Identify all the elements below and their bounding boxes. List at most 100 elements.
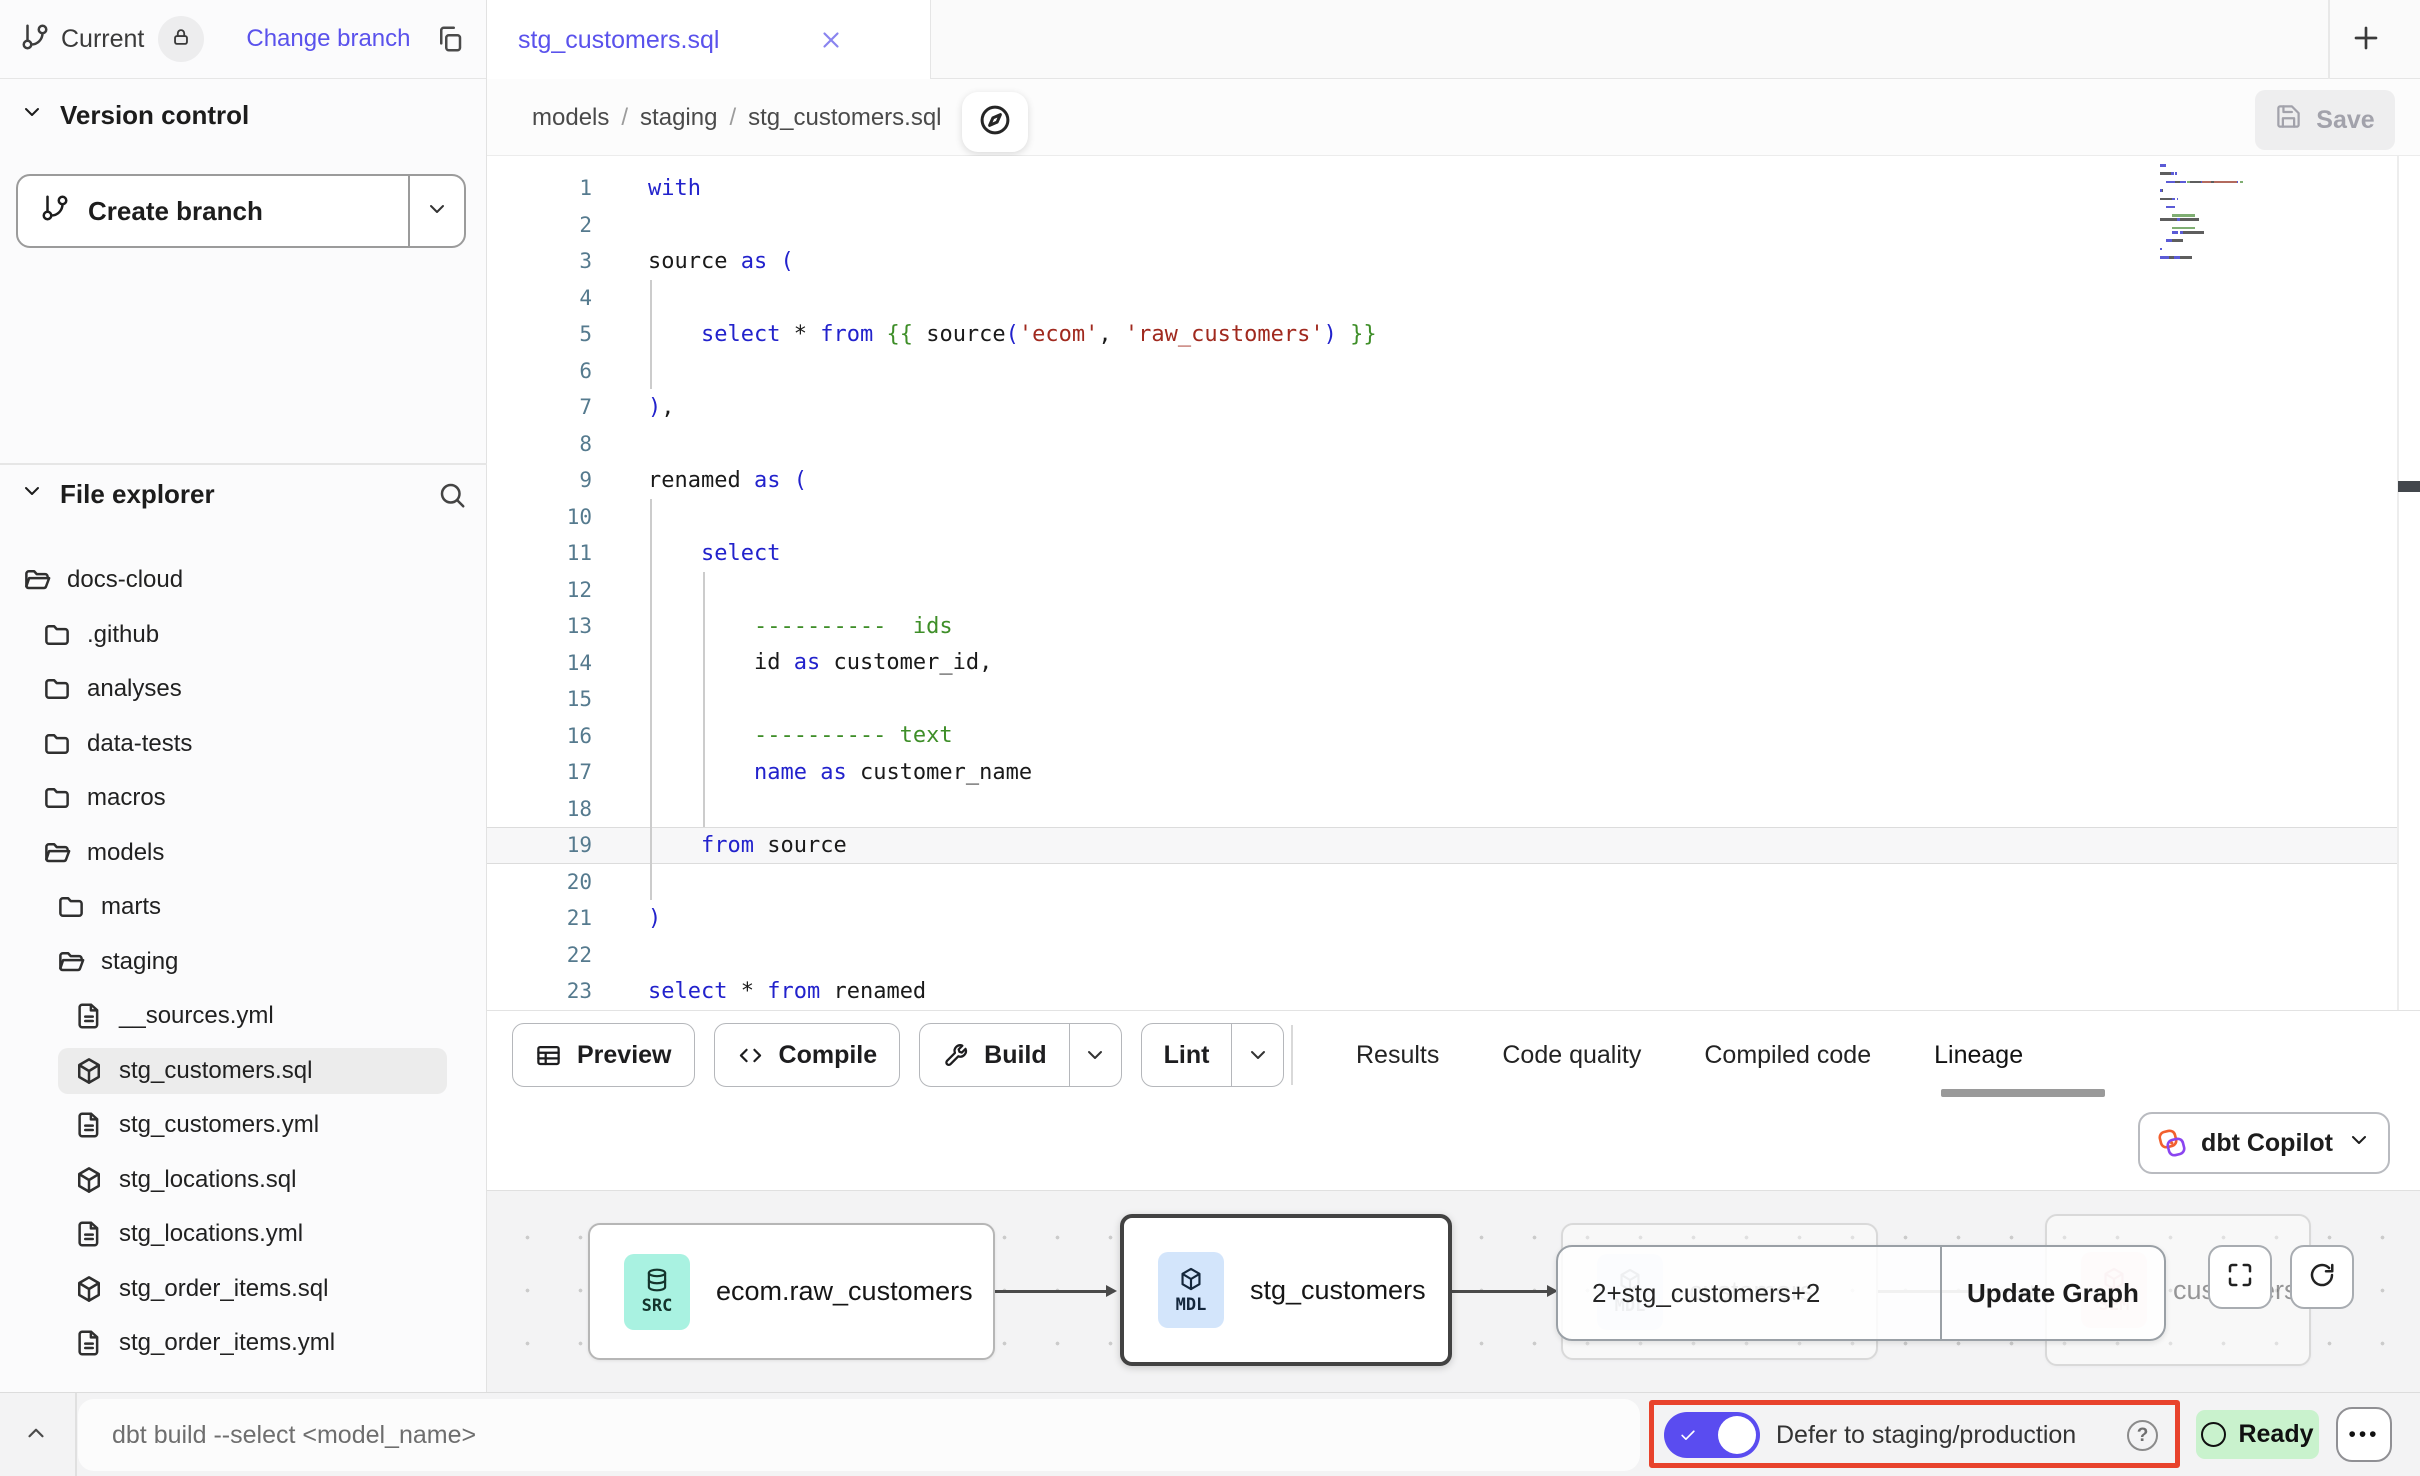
create-branch-dropdown[interactable] (408, 176, 464, 246)
file-label: .github (87, 621, 159, 649)
git-branch-icon (20, 22, 50, 52)
file-tree-item-stg-customers-yml[interactable]: stg_customers.yml (0, 1098, 487, 1153)
minimap-line (2160, 248, 2310, 251)
minimap-line (2160, 206, 2310, 209)
code-text: with (648, 176, 701, 201)
file-tree-item--github[interactable]: .github (0, 608, 487, 663)
command-input[interactable]: dbt build --select <model_name> (78, 1399, 1640, 1471)
file-label: stg_order_items.sql (119, 1275, 328, 1303)
new-tab-button[interactable] (2338, 12, 2394, 68)
code-editor[interactable]: 1with23source as (45 select * from {{ so… (487, 156, 2420, 1010)
tab-stg-customers-sql[interactable]: stg_customers.sql (487, 0, 931, 80)
code-text: renamed as ( (648, 468, 807, 493)
file-label: stg_locations.yml (119, 1220, 303, 1248)
version-control-header[interactable]: Version control (20, 100, 249, 131)
file-tree-item-data-tests[interactable]: data-tests (0, 717, 487, 772)
lineage-node-ecom-raw-customers[interactable]: SRCecom.raw_customers (588, 1223, 995, 1360)
line-number: 23 (487, 979, 592, 1003)
code-line: 8 (487, 426, 2420, 463)
save-button[interactable]: Save (2255, 90, 2395, 150)
file-tree-item-analyses[interactable]: analyses (0, 662, 487, 717)
code-line: 3source as ( (487, 243, 2420, 280)
code-text: name as customer_name (648, 760, 1032, 785)
create-branch-label: Create branch (88, 196, 263, 227)
file-tree-item-stg-order-items-yml[interactable]: stg_order_items.yml (0, 1316, 487, 1371)
file-tree-item-models[interactable]: models (0, 826, 487, 881)
code-text: select * from {{ source('ecom', 'raw_cus… (648, 322, 1377, 347)
code-text: ---------- ids (648, 614, 953, 639)
save-icon (2275, 103, 2302, 137)
lock-icon (170, 26, 192, 53)
tab-results[interactable]: Results (1356, 1041, 1439, 1070)
chevron-down-icon (20, 479, 44, 503)
breadcrumb-segment[interactable]: staging (640, 104, 717, 132)
minimap-line (2160, 214, 2310, 217)
dbt-copilot-button[interactable]: dbt Copilot (2138, 1112, 2390, 1174)
file-tree-item-stg-locations-sql[interactable]: stg_locations.sql (0, 1153, 487, 1208)
lint-dropdown[interactable] (1231, 1024, 1283, 1086)
fullscreen-button[interactable] (2208, 1245, 2272, 1309)
close-icon[interactable] (818, 27, 844, 53)
file-tree-item-stg-order-items-sql[interactable]: stg_order_items.sql (0, 1262, 487, 1317)
build-button-main[interactable]: Build (920, 1024, 1069, 1086)
line-number: 8 (487, 432, 592, 456)
minimap-line (2160, 185, 2310, 188)
refresh-icon (2307, 1260, 2337, 1295)
breadcrumb-segment[interactable]: models (532, 104, 609, 132)
code-line: 4 (487, 280, 2420, 317)
file-tree-item-stg-locations-yml[interactable]: stg_locations.yml (0, 1207, 487, 1262)
file-icon (74, 1001, 104, 1031)
line-number: 5 (487, 322, 592, 346)
git-branch-icon (40, 193, 70, 230)
tab-compiled-code[interactable]: Compiled code (1704, 1041, 1871, 1070)
minimap[interactable] (2160, 164, 2310, 265)
search-icon[interactable] (437, 480, 467, 510)
code-line: 16 ---------- text (487, 718, 2420, 755)
compile-button-main[interactable]: Compile (715, 1024, 900, 1086)
line-number: 10 (487, 505, 592, 529)
lineage-node-stg-customers[interactable]: MDLstg_customers (1120, 1214, 1452, 1366)
preview-button-main[interactable]: Preview (513, 1024, 694, 1086)
copy-icon[interactable] (435, 24, 465, 54)
lineage-canvas[interactable]: SRCecom.raw_customersMDLstg_customersMDL… (487, 1190, 2420, 1392)
refresh-button[interactable] (2290, 1245, 2354, 1309)
copilot-compass-button[interactable] (962, 92, 1028, 152)
tab-lineage[interactable]: Lineage (1934, 1041, 2023, 1070)
folder-icon (42, 729, 72, 759)
code-text: select (648, 541, 780, 566)
file-tree-item--sources-yml[interactable]: __sources.yml (0, 989, 487, 1044)
lint-button-main[interactable]: Lint (1142, 1024, 1232, 1086)
file-tree-item-stg-customers-sql[interactable]: stg_customers.sql (0, 1044, 487, 1099)
code-line: 20 (487, 864, 2420, 901)
model-icon (74, 1274, 104, 1304)
more-options-button[interactable] (2336, 1407, 2392, 1462)
action-buttons: Preview Compile Build Lint (512, 1023, 1284, 1087)
breadcrumb[interactable]: models/staging/stg_customers.sql (532, 79, 942, 156)
lineage-edge (1452, 1290, 1549, 1293)
lineage-selector-input[interactable]: 2+stg_customers+2 (1558, 1247, 1940, 1339)
build-dropdown[interactable] (1069, 1024, 1121, 1086)
sidebar: Current Change branch Version control Cr… (0, 0, 487, 1392)
collapse-panel-button[interactable] (14, 1415, 58, 1455)
breadcrumb-segment[interactable]: stg_customers.sql (748, 104, 941, 132)
file-tree-item-staging[interactable]: staging (0, 935, 487, 990)
close-icon (818, 27, 844, 53)
save-icon (2275, 103, 2302, 130)
file-explorer-header[interactable]: File explorer (20, 479, 467, 510)
update-graph-button[interactable]: Update Graph (1940, 1247, 2164, 1339)
copilot-label: dbt Copilot (2201, 1129, 2333, 1158)
tab-code-quality[interactable]: Code quality (1502, 1041, 1641, 1070)
minimap-line (2160, 239, 2310, 242)
compile-button[interactable]: Compile (714, 1023, 901, 1087)
lint-button[interactable]: Lint (1141, 1023, 1285, 1087)
file-tree-item-docs-cloud[interactable]: docs-cloud (0, 553, 487, 608)
file-label: models (87, 839, 164, 867)
preview-button[interactable]: Preview (512, 1023, 695, 1087)
create-branch-main[interactable]: Create branch (18, 176, 408, 246)
file-tree-item-marts[interactable]: marts (0, 880, 487, 935)
build-button[interactable]: Build (919, 1023, 1122, 1087)
file-tree-item-macros[interactable]: macros (0, 771, 487, 826)
branch-locked-badge (158, 16, 204, 62)
change-branch-link[interactable]: Change branch (246, 25, 410, 53)
save-label: Save (2316, 106, 2374, 135)
